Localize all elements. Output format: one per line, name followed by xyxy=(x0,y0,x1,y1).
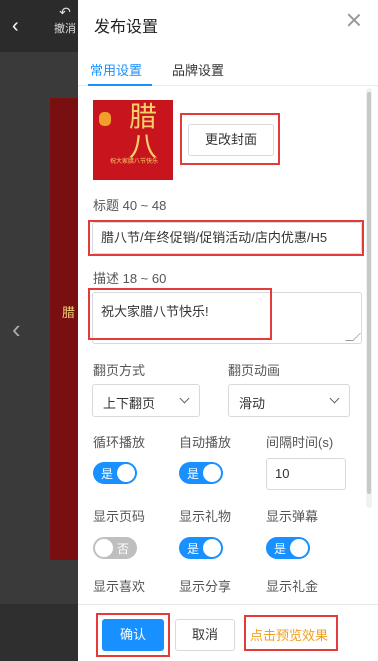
undo-button[interactable]: ↶ 撤消 xyxy=(50,4,80,36)
publish-settings-panel: 发布设置 常用设置 品牌设置 腊八 祝大家腊八节快乐 更改封面 标题 40 ~ … xyxy=(78,0,378,661)
lantern-icon xyxy=(99,112,111,126)
panel-title: 发布设置 xyxy=(94,19,159,36)
page-turn-select[interactable]: 上下翻页 xyxy=(92,384,200,417)
show-money-label: 显示礼金 xyxy=(266,579,319,594)
show-share-label: 显示分享 xyxy=(179,579,232,594)
loop-toggle-text: 是 xyxy=(101,467,114,481)
panel-footer: 确认 取消 点击预览效果 xyxy=(78,604,378,661)
show-barrage-label: 显示弹幕 xyxy=(266,509,319,524)
show-page-number-label: 显示页码 xyxy=(93,509,146,524)
change-cover-button[interactable]: 更改封面 xyxy=(188,124,274,156)
tab-common-settings[interactable]: 常用设置 xyxy=(90,60,142,79)
page-turn-value: 上下翻页 xyxy=(103,396,156,411)
loop-label: 循环播放 xyxy=(93,435,146,450)
cover-title-text: 腊八 xyxy=(129,100,158,163)
undo-label: 撤消 xyxy=(54,23,76,35)
page-number-toggle-text: 否 xyxy=(117,542,130,556)
scrollbar-thumb[interactable] xyxy=(367,92,371,494)
page-animation-select[interactable]: 滑动 xyxy=(228,384,350,417)
barrage-toggle-text: 是 xyxy=(274,542,287,556)
toggle-knob xyxy=(290,539,308,557)
toggle-knob xyxy=(203,464,221,482)
show-page-number-toggle[interactable]: 否 xyxy=(93,537,137,559)
tab-brand-settings[interactable]: 品牌设置 xyxy=(172,60,224,79)
interval-input[interactable]: 10 xyxy=(266,458,346,490)
chevron-down-icon xyxy=(179,393,190,404)
gift-toggle-text: 是 xyxy=(187,542,200,556)
interval-label: 间隔时间(s) xyxy=(266,435,334,450)
toggle-knob xyxy=(203,539,221,557)
cover-image: 腊八 祝大家腊八节快乐 xyxy=(93,100,173,180)
close-icon[interactable] xyxy=(344,10,364,30)
settings-tabs: 常用设置 品牌设置 xyxy=(78,56,378,86)
autoplay-toggle-text: 是 xyxy=(187,467,200,481)
autoplay-label: 自动播放 xyxy=(179,435,232,450)
canvas-text: 腊 xyxy=(62,305,76,320)
confirm-button[interactable]: 确认 xyxy=(102,619,164,651)
show-barrage-toggle[interactable]: 是 xyxy=(266,537,310,559)
resize-grip-icon[interactable] xyxy=(345,333,361,341)
page-turn-label: 翻页方式 xyxy=(93,363,146,378)
cancel-button[interactable]: 取消 xyxy=(175,619,235,651)
loop-toggle[interactable]: 是 xyxy=(93,462,137,484)
page-animation-value: 滑动 xyxy=(239,396,266,411)
show-like-label: 显示喜欢 xyxy=(93,579,146,594)
back-icon[interactable]: ‹ xyxy=(12,14,19,38)
toggle-knob xyxy=(95,539,113,557)
show-gift-label: 显示礼物 xyxy=(179,509,232,524)
undo-icon: ↶ xyxy=(59,4,71,20)
highlight-description xyxy=(88,288,272,340)
highlight-title xyxy=(88,220,364,256)
chevron-down-icon xyxy=(329,393,340,404)
description-label: 描述 18 ~ 60 xyxy=(93,271,167,286)
autoplay-toggle[interactable]: 是 xyxy=(179,462,223,484)
show-gift-toggle[interactable]: 是 xyxy=(179,537,223,559)
page-animation-label: 翻页动画 xyxy=(228,363,281,378)
cover-sub-text: 祝大家腊八节快乐 xyxy=(109,159,158,165)
preview-link[interactable]: 点击预览效果 xyxy=(250,625,328,644)
title-label: 标题 40 ~ 48 xyxy=(93,198,167,213)
prev-page-icon[interactable]: ‹ xyxy=(12,314,21,345)
active-tab-indicator xyxy=(88,84,152,86)
toggle-knob xyxy=(117,464,135,482)
